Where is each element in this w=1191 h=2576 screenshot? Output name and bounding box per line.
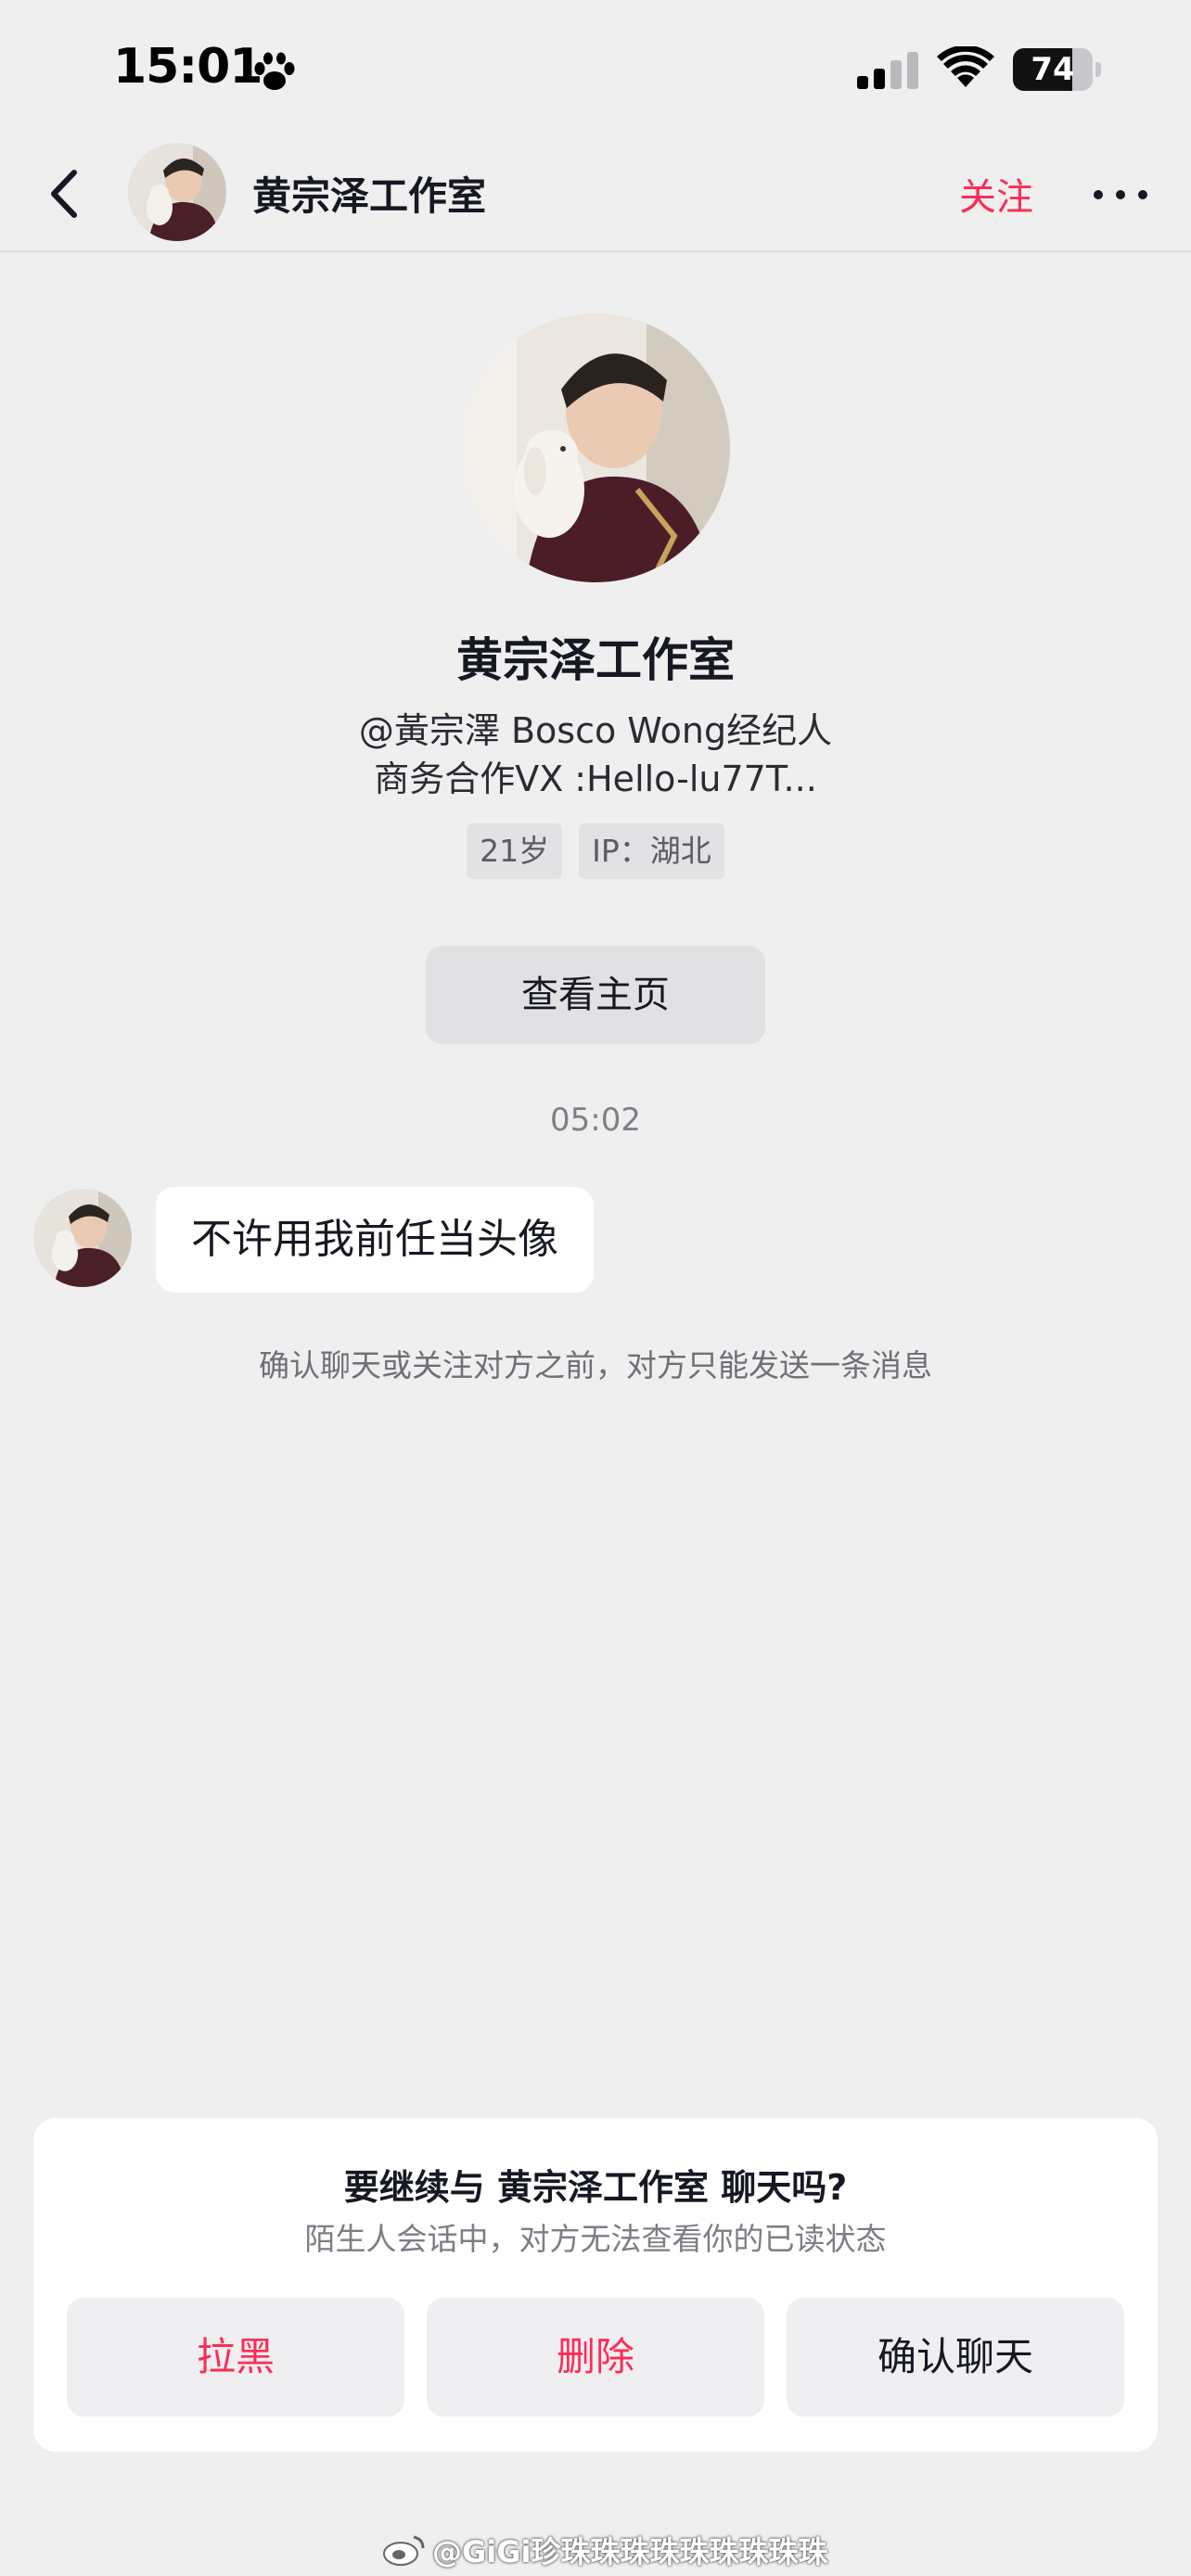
dialog-subtitle: 陌生人会话中，对方无法查看你的已读状态 — [304, 2221, 887, 2257]
more-horizontal-icon[interactable] — [1087, 176, 1154, 213]
message-timestamp: 05:02 — [550, 1102, 641, 1139]
avatar-image — [128, 143, 226, 241]
block-button[interactable]: 拉黑 — [67, 2298, 404, 2417]
message-sender-avatar[interactable] — [33, 1189, 132, 1287]
dialog-title: 要继续与 黄宗泽工作室 聊天吗? — [343, 2167, 848, 2208]
confirm-chat-button[interactable]: 确认聊天 — [787, 2298, 1124, 2417]
header-avatar[interactable] — [128, 143, 226, 241]
view-profile-button[interactable]: 查看主页 — [426, 946, 765, 1044]
weibo-watermark: @GiGi珍珠珠珠珠珠珠珠珠珠 — [382, 2530, 827, 2570]
watermark-text: @GiGi珍珠珠珠珠珠珠珠珠珠 — [432, 2534, 828, 2570]
avatar-image — [33, 1189, 132, 1287]
battery-icon: 74 — [1013, 48, 1102, 91]
message-bubble[interactable]: 不许用我前任当头像 — [156, 1187, 594, 1293]
wifi-icon — [937, 46, 994, 87]
profile-bio-line: 商务合作VX :Hello-lu77T... — [374, 759, 817, 799]
ip-location-tag: IP：湖北 — [579, 823, 724, 879]
weibo-logo-icon — [383, 2535, 425, 2566]
battery-nub — [1095, 62, 1101, 77]
delete-button[interactable]: 删除 — [427, 2298, 764, 2417]
header-title: 黄宗泽工作室 — [252, 173, 487, 219]
status-time: 15:01 — [113, 39, 263, 95]
chevron-left-icon[interactable] — [35, 161, 100, 226]
profile-avatar-image — [461, 313, 730, 582]
age-tag: 21岁 — [467, 823, 563, 879]
follow-button[interactable]: 关注 — [959, 167, 1033, 221]
chat-header: 黄宗泽工作室 关注 — [0, 139, 1191, 252]
status-bar: 15:01 74 — [0, 0, 1191, 139]
battery-body: 74 — [1013, 48, 1093, 91]
cellular-signal-icon — [857, 52, 918, 89]
profile-bio-line: @黃宗澤 Bosco Wong经纪人 — [358, 710, 833, 751]
profile-tags: 21岁 IP：湖北 — [0, 823, 1191, 879]
battery-percent: 74 — [1031, 51, 1075, 88]
stranger-chat-dialog: 要继续与 黄宗泽工作室 聊天吗? 陌生人会话中，对方无法查看你的已读状态 拉黑 … — [33, 2118, 1158, 2452]
paw-icon — [254, 52, 295, 90]
profile-bio: @黃宗澤 Bosco Wong经纪人 商务合作VX :Hello-lu77T..… — [0, 707, 1191, 803]
profile-avatar[interactable] — [461, 313, 730, 582]
profile-name: 黄宗泽工作室 — [456, 633, 735, 687]
stranger-message-notice: 确认聊天或关注对方之前，对方只能发送一条消息 — [259, 1347, 932, 1384]
